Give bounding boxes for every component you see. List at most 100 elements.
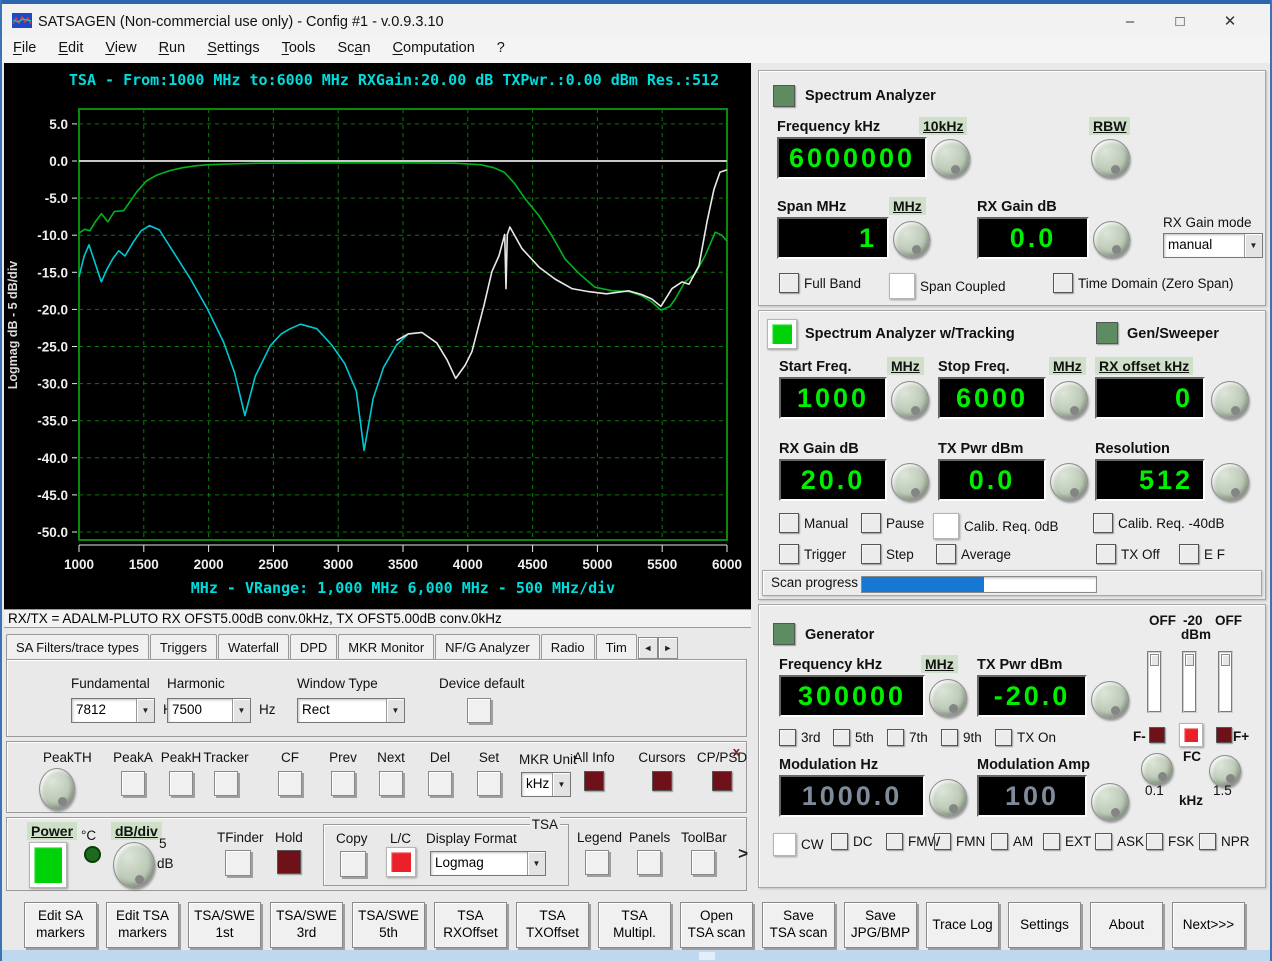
toolbar-button-trace-log[interactable]: Trace Log bbox=[926, 902, 999, 948]
trk-tx-pwr-display[interactable]: 0.0 bbox=[938, 459, 1046, 501]
checkbox-npr[interactable] bbox=[1199, 833, 1216, 850]
spectrum-analyzer-enable[interactable] bbox=[773, 85, 795, 107]
modulation-amp-knob[interactable] bbox=[1091, 783, 1129, 821]
gen-frequency-knob[interactable] bbox=[929, 679, 967, 717]
trk-rx-gain-display[interactable]: 20.0 bbox=[779, 459, 887, 501]
start-freq-knob[interactable] bbox=[891, 381, 929, 419]
marker-button-cf[interactable] bbox=[278, 771, 302, 796]
toolbar-button-tsa-txoffset[interactable]: TSA TXOffset bbox=[516, 902, 589, 948]
tab-dpd[interactable]: DPD bbox=[289, 634, 338, 659]
gen-frequency-display[interactable]: 300000 bbox=[779, 675, 925, 717]
toolbar-button-settings[interactable]: Settings bbox=[1008, 902, 1081, 948]
checkbox-manual[interactable] bbox=[779, 513, 799, 533]
checkbox-3rd[interactable] bbox=[779, 729, 796, 746]
menu-file[interactable]: File bbox=[2, 36, 47, 56]
menu-run[interactable]: Run bbox=[148, 36, 197, 56]
sa-frequency-knob[interactable] bbox=[931, 139, 970, 178]
generator-enable[interactable] bbox=[773, 623, 795, 645]
sa-rx-gain-knob[interactable] bbox=[1093, 221, 1130, 258]
window-type-select[interactable]: Rect ▼ bbox=[297, 698, 405, 723]
toolbar-button-open-tsa-scan[interactable]: Open TSA scan bbox=[680, 902, 753, 948]
hold-toggle[interactable] bbox=[277, 850, 301, 874]
power-toggle[interactable] bbox=[29, 842, 67, 888]
tab-triggers[interactable]: Triggers bbox=[149, 634, 218, 659]
checkbox-trigger[interactable] bbox=[779, 544, 799, 564]
checkbox-am[interactable] bbox=[991, 833, 1008, 850]
copy-button[interactable] bbox=[340, 851, 366, 877]
toolbar-button-save-tsa-scan[interactable]: Save TSA scan bbox=[762, 902, 835, 948]
checkbox-tx-on[interactable] bbox=[995, 729, 1012, 746]
checkbox-span-coupled[interactable] bbox=[889, 273, 915, 299]
toolbar-button-tsa-swe-5th[interactable]: TSA/SWE 5th bbox=[352, 902, 425, 948]
chevron-down-icon[interactable]: ▼ bbox=[527, 852, 545, 875]
trk-tx-pwr-knob[interactable] bbox=[1050, 463, 1088, 501]
checkbox-full-band[interactable] bbox=[779, 273, 799, 293]
mkr-unit-select[interactable]: kHz ▼ bbox=[521, 772, 571, 797]
sa-frequency-step[interactable]: 10kHz bbox=[919, 117, 968, 135]
fundamental-select[interactable]: 7812 ▼ bbox=[71, 698, 155, 723]
attenuator-slider-mid[interactable] bbox=[1182, 651, 1197, 713]
gen-tx-pwr-knob[interactable] bbox=[1091, 681, 1129, 719]
f-plus-toggle[interactable] bbox=[1216, 727, 1232, 743]
dbdiv-label[interactable]: dB/div bbox=[111, 822, 162, 840]
menu-scan[interactable]: Scan bbox=[326, 36, 381, 56]
checkbox-tx-off[interactable] bbox=[1096, 544, 1116, 564]
dbdiv-knob[interactable] bbox=[113, 842, 155, 888]
checkbox-pause[interactable] bbox=[861, 513, 881, 533]
rx-offset-label[interactable]: RX offset kHz bbox=[1095, 357, 1194, 375]
tab-waterfall[interactable]: Waterfall bbox=[218, 634, 289, 659]
display-format-select[interactable]: Logmag ▼ bbox=[430, 851, 546, 876]
toolbar-button[interactable] bbox=[691, 850, 715, 875]
tab-radio[interactable]: Radio bbox=[540, 634, 595, 659]
tab-tim[interactable]: Tim bbox=[595, 634, 637, 659]
legend-button[interactable] bbox=[585, 850, 609, 875]
tfinder-button[interactable] bbox=[225, 850, 251, 876]
spectrum-plot[interactable]: TSA - From:1000 MHz to:6000 MHz RXGain:2… bbox=[4, 63, 751, 609]
rbw-knob[interactable] bbox=[1091, 139, 1130, 178]
close-button[interactable]: ✕ bbox=[1208, 10, 1252, 34]
tracking-enable[interactable] bbox=[767, 319, 797, 349]
trk-rx-gain-knob[interactable] bbox=[891, 463, 929, 501]
span-display[interactable]: 1 bbox=[777, 217, 889, 259]
toolbar-button-tsa-swe-1st[interactable]: TSA/SWE 1st bbox=[188, 902, 261, 948]
checkbox-e-f[interactable] bbox=[1179, 544, 1199, 564]
stop-freq-display[interactable]: 6000 bbox=[938, 377, 1046, 419]
rx-offset-knob[interactable] bbox=[1211, 381, 1249, 419]
modulation-amp-display[interactable]: 100 bbox=[977, 775, 1087, 817]
menu-edit[interactable]: Edit bbox=[47, 36, 94, 56]
span-knob[interactable] bbox=[893, 221, 930, 258]
checkbox-calib-req-0db[interactable] bbox=[933, 513, 959, 539]
menu-computation[interactable]: Computation bbox=[382, 36, 486, 56]
toggle-cp-psd[interactable] bbox=[712, 771, 732, 791]
checkbox-5th[interactable] bbox=[833, 729, 850, 746]
f-minus-knob[interactable] bbox=[1141, 753, 1173, 785]
rx-gain-mode-select[interactable]: manual ▼ bbox=[1163, 233, 1263, 258]
toggle-cursors[interactable] bbox=[652, 771, 672, 791]
checkbox-time-domain-zero-span[interactable] bbox=[1053, 273, 1073, 293]
checkbox-7th[interactable] bbox=[887, 729, 904, 746]
menu-[interactable]: ? bbox=[486, 36, 516, 56]
sa-frequency-display[interactable]: 6000000 bbox=[777, 137, 927, 179]
start-freq-step[interactable]: MHz bbox=[887, 357, 924, 375]
attenuator-slider-right[interactable] bbox=[1218, 651, 1233, 713]
toolbar-button-tsa-rxoffset[interactable]: TSA RXOffset bbox=[434, 902, 507, 948]
tab-nf-g-analyzer[interactable]: NF/G Analyzer bbox=[435, 634, 540, 659]
more-arrow[interactable]: > bbox=[738, 844, 748, 864]
minimize-button[interactable]: – bbox=[1108, 10, 1152, 34]
checkbox-fsk[interactable] bbox=[1146, 833, 1163, 850]
checkbox-fmw[interactable] bbox=[886, 833, 903, 850]
start-freq-display[interactable]: 1000 bbox=[779, 377, 887, 419]
menu-tools[interactable]: Tools bbox=[271, 36, 327, 56]
gen-tx-pwr-display[interactable]: -20.0 bbox=[977, 675, 1087, 717]
marker-button-del[interactable] bbox=[428, 771, 452, 796]
harmonic-select[interactable]: 7500 ▼ bbox=[167, 698, 251, 723]
stop-freq-knob[interactable] bbox=[1050, 381, 1088, 419]
resolution-knob[interactable] bbox=[1211, 463, 1249, 501]
menu-settings[interactable]: Settings bbox=[196, 36, 270, 56]
menu-view[interactable]: View bbox=[94, 36, 147, 56]
toolbar-button-edit-sa-markers[interactable]: Edit SA markers bbox=[24, 902, 97, 948]
modulation-hz-knob[interactable] bbox=[929, 779, 967, 817]
toggle-all-info[interactable] bbox=[584, 771, 604, 791]
toolbar-button-next[interactable]: Next>>> bbox=[1172, 902, 1245, 948]
tab-scroll-left-icon[interactable]: ◄ bbox=[637, 637, 658, 659]
